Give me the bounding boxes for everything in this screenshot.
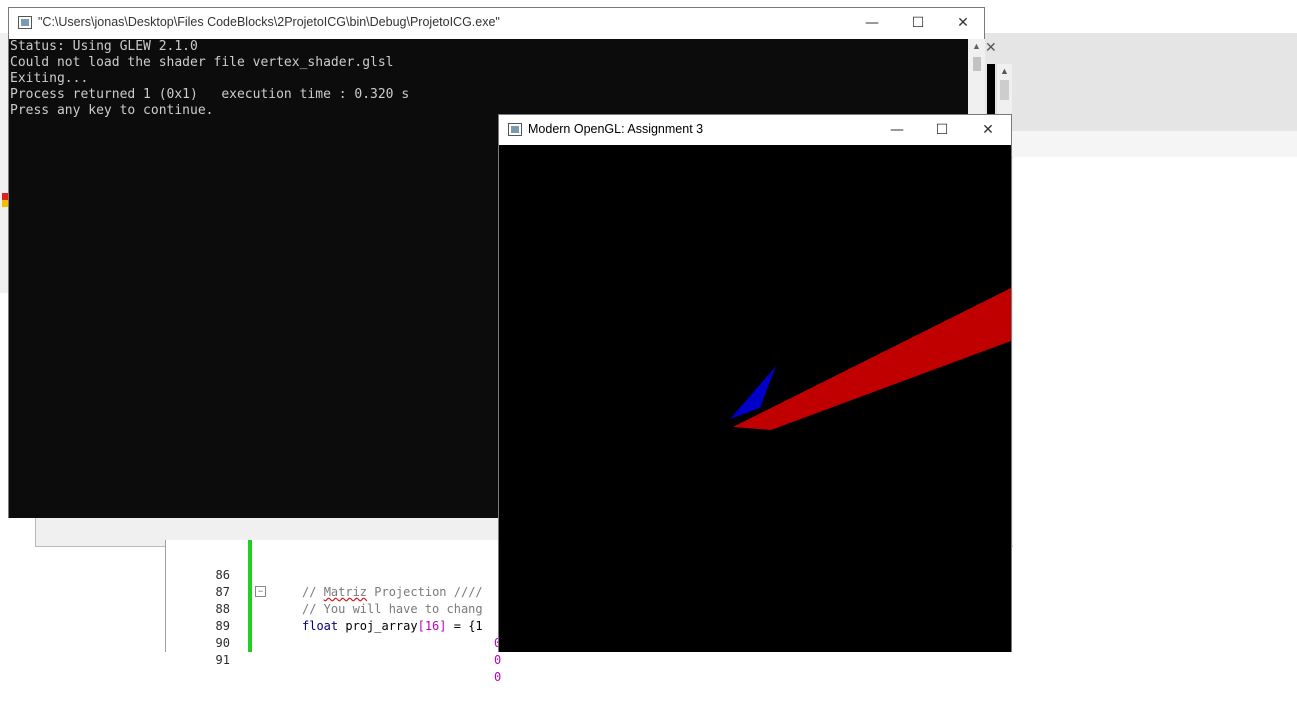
console-window-title: "C:\Users\jonas\Desktop\Files CodeBlocks… [38,15,500,29]
close-button[interactable]: ✕ [965,115,1011,145]
red-triangle [733,288,1011,430]
scroll-thumb[interactable] [973,57,981,71]
background-close-icon[interactable]: ✕ [985,40,997,54]
opengl-window[interactable]: Modern OpenGL: Assignment 3 — ☐ ✕ [498,114,1012,652]
console-line: Process returned 1 (0x1) execution time … [10,87,410,102]
scroll-up-icon[interactable]: ▲ [1000,66,1009,76]
code-line-87: 87 // You will have to chang [166,567,500,616]
opengl-titlebar[interactable]: Modern OpenGL: Assignment 3 — ☐ ✕ [499,115,1011,145]
console-app-icon [18,16,32,29]
maximize-button[interactable]: ☐ [895,8,941,38]
code-text: 0 [494,653,502,667]
close-button[interactable]: ✕ [940,8,986,38]
opengl-render-canvas[interactable] [499,145,1011,652]
code-text: 0 [494,670,502,684]
code-line-89: 89 0 [166,601,502,650]
code-line-91: 91 0 [166,635,502,684]
console-titlebar[interactable]: "C:\Users\jonas\Desktop\Files CodeBlocks… [9,8,984,39]
maximize-button[interactable]: ☐ [919,115,965,145]
console-line: Could not load the shader file vertex_sh… [10,55,394,70]
line-number: 91 [215,653,230,667]
code-line-88: 88 float proj_array[16] = {1 [166,584,500,633]
scroll-thumb[interactable] [1000,80,1009,100]
ide-editor-pane [1013,157,1297,652]
scroll-up-icon[interactable]: ▲ [972,41,981,51]
console-line: Press any key to continue. [10,103,214,118]
console-line: Status: Using GLEW 2.1.0 [10,39,198,54]
minimize-button[interactable]: — [849,8,895,38]
render-scene [730,288,1011,430]
code-line-90: 90 0 [166,618,502,667]
ide-tab-row [985,131,1297,158]
opengl-app-icon [508,123,522,136]
code-line-86: 86 // Matriz Projection //// [166,550,500,599]
minimize-button[interactable]: — [874,115,920,145]
code-editor[interactable]: − 86 // Matriz Projection //// 87 // You… [165,540,502,684]
console-line: Exiting... [10,71,89,86]
opengl-window-title: Modern OpenGL: Assignment 3 [528,122,704,136]
ide-toolbar-area [985,33,1297,131]
